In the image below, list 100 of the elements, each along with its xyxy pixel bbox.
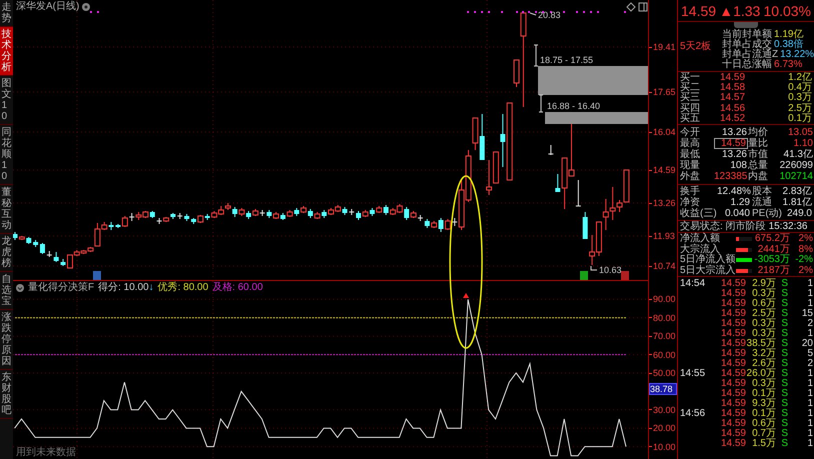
tick-price: 14.59 [720,429,746,439]
tick-count: 1 [806,419,814,429]
stat-label: 均价 [748,128,769,138]
flow-value: -3053万 [753,255,790,266]
stat-label: 最低 [680,150,701,160]
flow-value: 2441万 [758,244,790,255]
stat-label: 总量 [748,160,769,170]
sidebar-tab[interactable]: 走势 [0,0,13,27]
axis-label: 20.00 [653,423,676,434]
tick-count: 1 [806,379,814,389]
flow-label: 净流入额 [680,234,721,244]
sidebar-tab[interactable]: 龙虎榜 [0,234,13,272]
stat-value: 1.81亿 [782,198,813,208]
sidebar-tab[interactable]: 董秘互动 [0,185,13,234]
leader-line [590,266,598,270]
flow-percent: 2% [798,234,814,244]
info-value: 13.22% [780,50,814,60]
tick-price: 14.59 [720,339,746,349]
info-label: 十日总涨幅 [722,60,772,70]
footer-note: 用到未来数据 [16,447,76,458]
marker-icon [93,271,101,280]
sidebar-tab[interactable]: 同花顺10 [0,125,13,185]
tick-volume: 0.7万 [751,429,776,439]
stat-label: 换手 [680,186,701,196]
flow-value: 2187万 [756,266,790,276]
tick-volume: 0.6万 [751,419,776,429]
stat-label: 现量 [680,160,701,170]
tick-volume: 0.3万 [752,329,776,339]
flow-label: 5日净流入额 [680,255,736,266]
tick-count: 2 [806,359,814,369]
axis-label: 17.65 [653,87,676,97]
leader-line [538,94,544,112]
axis-label: 11.93 [653,231,675,241]
tick-volume: 26.0万 [746,369,776,379]
tick-side: S [780,389,788,399]
collapse-icon[interactable] [16,284,24,292]
peak-arrow-icon [463,293,469,298]
tick-side: S [780,319,788,329]
tick-count: 1 [806,399,814,409]
stat-value: 13.26 [720,128,748,138]
tick-count: 1 [806,279,814,289]
stat-label: 内盘 [748,172,769,182]
sidebar-tab[interactable]: 自选宝 [0,272,13,310]
gap-range-label: 16.88 - 16.40 [547,101,600,111]
score-label: 得分: 10.00 [98,282,149,293]
info-label: 封单占流通Z [722,50,778,60]
stat-value: 102714 [778,172,814,182]
sidebar-tab[interactable]: 涨跌停原因 [0,310,13,370]
tick-count: 2 [806,319,814,329]
marker-icon [580,271,588,280]
tick-side: S [780,379,788,389]
percent-change: 10.03% [764,2,811,18]
tick-count: 15 [800,309,814,319]
leader-line [530,12,536,16]
tick-side: S [780,299,788,309]
tick-side: S [780,399,788,409]
sidebar-tab[interactable]: 图文10 [0,76,13,125]
stat-label: 今开 [680,128,701,138]
pass-label: 及格: 60.00 [212,282,263,293]
tick-side: S [780,329,788,339]
tick-price: 14.59 [720,329,746,339]
chart-title: 深华发A(日线) [16,1,80,13]
stat-value: 249.0 [786,208,813,218]
settings-icon[interactable] [82,3,90,11]
tick-side: S [780,419,788,429]
tick-volume: 3.2万 [751,349,776,359]
info-value: 1.19亿 [774,30,804,40]
tick-price: 14.59 [720,289,746,299]
axis-label: 90.00 [653,294,676,304]
tick-time: 14:55 [680,369,706,379]
order-volume: 1.2亿 [787,73,812,83]
trade-status-label: 交易状态: 闭市阶段 [680,222,766,232]
panel-tab-handle[interactable] [734,22,758,28]
order-volume: 2.5万 [787,104,812,114]
window-icon[interactable] [638,2,648,12]
tick-price: 14.59 [720,419,746,429]
sidebar-tab[interactable]: 技术分析 [0,27,13,76]
tick-count: 1 [806,289,814,299]
tick-side: S [780,359,788,369]
info-value: 0.38倍 [774,40,804,50]
tick-time: 14:54 [680,279,706,289]
tick-price: 14.59 [720,369,746,379]
stat-label: PE(动) [752,208,781,218]
tick-price: 14.59 [720,389,746,399]
order-price: 14.57 [720,93,746,104]
order-label: 买五 [680,114,701,124]
tick-volume: 38.5万 [746,339,776,349]
stat-label: 最高 [680,138,701,148]
stat-value: 12.48% [717,186,752,196]
tick-volume: 9.3万 [751,399,776,409]
current-value-tag: 38.78 [649,382,677,395]
order-label: 买二 [680,83,701,94]
tick-count: 1 [806,409,814,419]
sidebar-tab[interactable]: 东财股吧 [0,370,13,419]
stat-value: 226099 [778,160,814,170]
tick-price: 14.59 [720,349,746,359]
tick-price: 14.59 [720,409,746,419]
flow-percent: 8% [798,244,814,255]
axis-label: 30.00 [653,404,676,415]
flow-label: 5日大宗流入 [680,266,736,276]
